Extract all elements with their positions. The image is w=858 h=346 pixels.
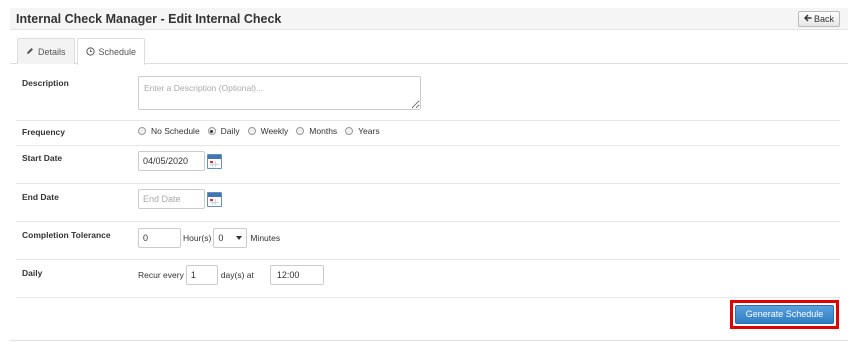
recur-every-input[interactable] bbox=[185, 265, 218, 285]
completion-tolerance-label: Completion Tolerance bbox=[22, 230, 111, 240]
description-label: Description bbox=[22, 78, 69, 88]
footer-divider bbox=[10, 340, 848, 341]
tab-schedule[interactable]: Schedule bbox=[76, 38, 146, 65]
calendar-icon[interactable] bbox=[207, 153, 222, 169]
frequency-option-years[interactable]: Years bbox=[345, 126, 380, 136]
time-input[interactable] bbox=[269, 265, 324, 285]
frequency-option-weekly[interactable]: Weekly bbox=[247, 126, 289, 136]
pencil-icon bbox=[26, 47, 34, 57]
caret-down-icon bbox=[236, 233, 243, 243]
recur-prefix-label: Recur every bbox=[138, 270, 184, 280]
end-date-input[interactable] bbox=[138, 189, 205, 209]
radio-icon bbox=[345, 127, 354, 135]
completion-tolerance-row: Completion Tolerance Hour(s) 0 Minutes bbox=[16, 222, 840, 260]
radio-icon bbox=[296, 127, 305, 135]
daily-row: Daily Recur every day(s) at bbox=[16, 260, 840, 298]
minutes-unit-label: Minutes bbox=[250, 233, 281, 243]
tab-details-label: Details bbox=[38, 46, 66, 57]
clock-icon bbox=[85, 46, 95, 58]
minutes-select-value: 0 bbox=[218, 233, 224, 243]
daily-label: Daily bbox=[22, 268, 43, 278]
frequency-option-label: Months bbox=[309, 126, 338, 136]
page-header: Internal Check Manager - Edit Internal C… bbox=[10, 8, 848, 30]
frequency-options: No Schedule Daily Weekly Months Years bbox=[138, 126, 388, 136]
radio-checked-icon bbox=[207, 127, 216, 135]
frequency-option-label: Weekly bbox=[260, 126, 289, 136]
recur-suffix-label: day(s) at bbox=[220, 270, 254, 280]
hours-unit-label: Hour(s) bbox=[183, 233, 212, 243]
frequency-option-no-schedule[interactable]: No Schedule bbox=[138, 126, 200, 136]
arrow-left-icon bbox=[803, 12, 812, 26]
start-date-input[interactable] bbox=[138, 151, 205, 171]
frequency-option-daily[interactable]: Daily bbox=[207, 126, 240, 136]
frequency-label: Frequency bbox=[22, 127, 65, 137]
end-date-row: End Date bbox=[16, 184, 840, 222]
frequency-row: Frequency No Schedule Daily Weekly Month… bbox=[16, 121, 840, 146]
frequency-option-months[interactable]: Months bbox=[296, 126, 337, 136]
back-button[interactable]: Back bbox=[797, 11, 840, 27]
description-row: Description bbox=[16, 64, 840, 121]
tab-details[interactable]: Details bbox=[17, 38, 75, 64]
calendar-icon[interactable] bbox=[207, 191, 222, 207]
start-date-row: Start Date bbox=[16, 146, 840, 184]
page-title: Internal Check Manager - Edit Internal C… bbox=[16, 12, 282, 26]
minutes-select[interactable]: 0 bbox=[213, 228, 248, 248]
generate-schedule-button[interactable]: Generate Schedule bbox=[735, 305, 834, 324]
end-date-label: End Date bbox=[22, 192, 59, 202]
description-field[interactable] bbox=[138, 76, 421, 110]
frequency-option-label: No Schedule bbox=[151, 126, 200, 136]
tab-bar: Details Schedule bbox=[17, 38, 147, 65]
tab-schedule-label: Schedule bbox=[98, 47, 137, 57]
frequency-option-label: Years bbox=[358, 126, 380, 136]
radio-icon bbox=[247, 127, 256, 135]
frequency-option-label: Daily bbox=[220, 126, 240, 136]
start-date-label: Start Date bbox=[22, 153, 63, 163]
back-button-label: Back bbox=[813, 14, 834, 24]
radio-icon bbox=[138, 127, 146, 135]
hours-input[interactable] bbox=[138, 228, 181, 248]
